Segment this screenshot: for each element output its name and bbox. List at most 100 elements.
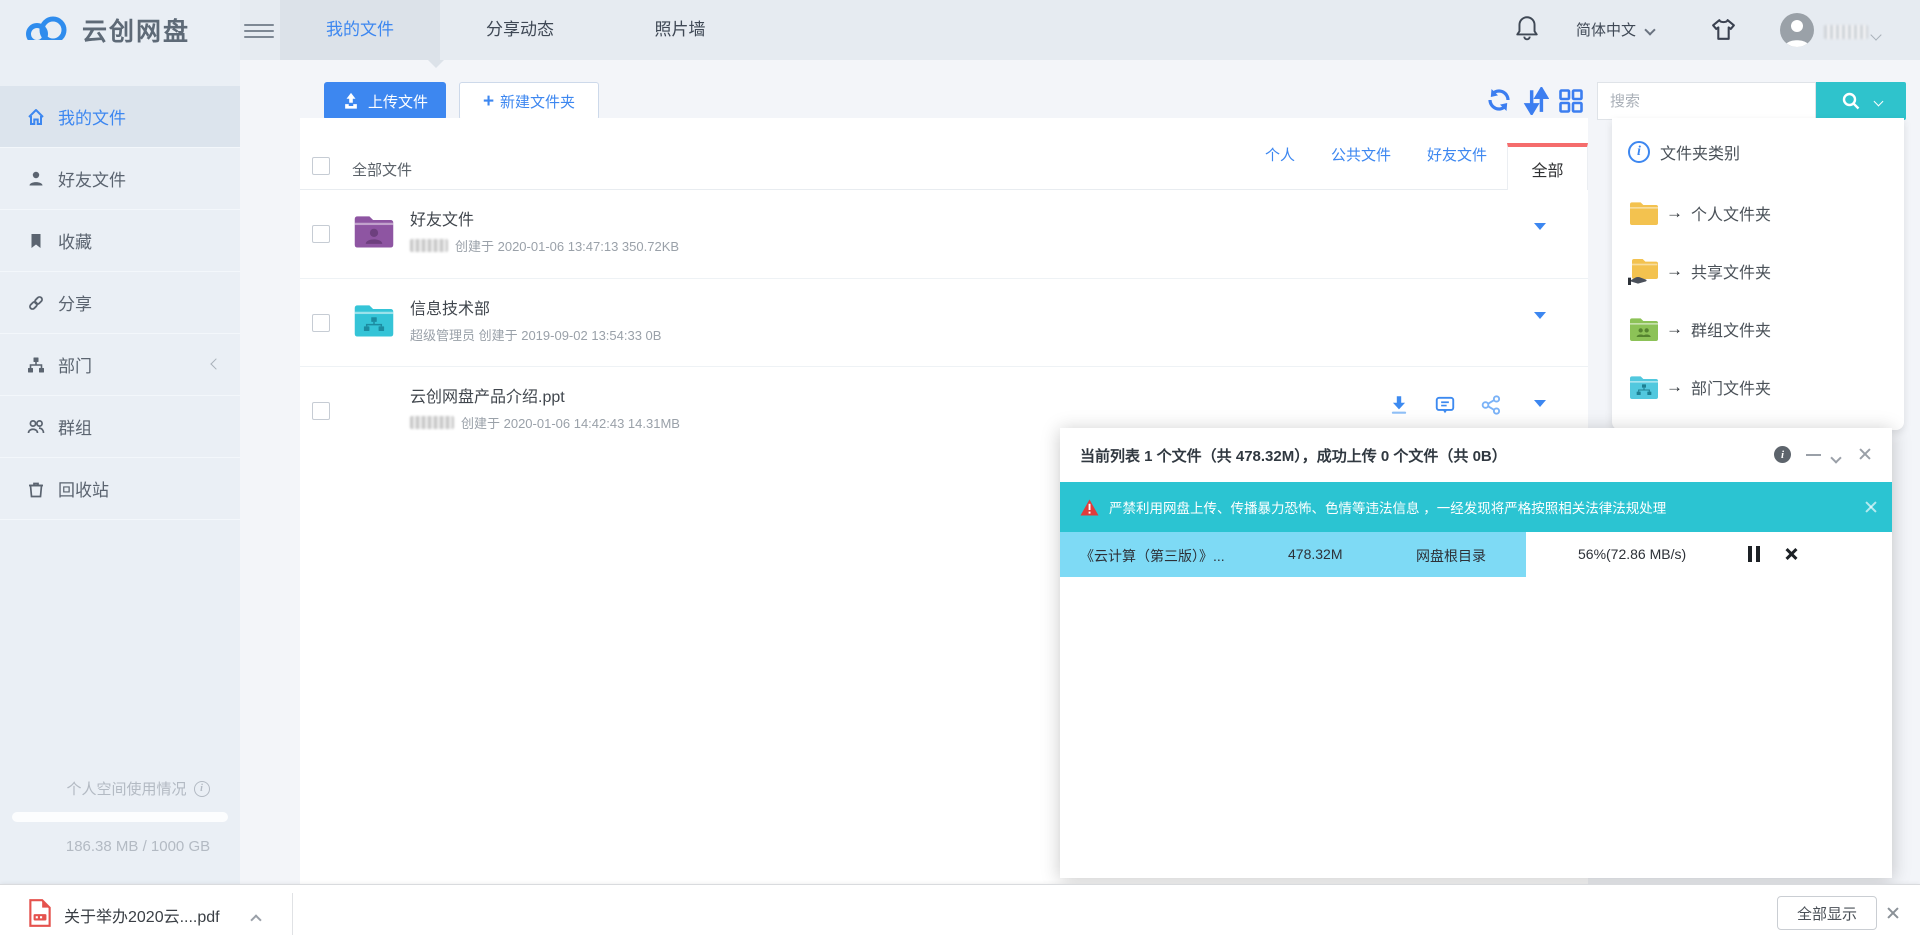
arrow-icon: → — [1666, 261, 1683, 281]
nav-tab-share-feed[interactable]: 分享动态 — [440, 0, 600, 60]
username-redacted — [1824, 25, 1868, 39]
grid-view-button[interactable] — [1558, 88, 1584, 114]
info-icon[interactable]: i — [1774, 446, 1791, 463]
filter-tab-all-active[interactable]: 全部 — [1507, 143, 1588, 190]
row-dropdown-button[interactable] — [1534, 407, 1546, 425]
upload-summary: 当前列表 1 个文件（共 478.32M），成功上传 0 个文件（共 0B） — [1080, 445, 1507, 466]
app-logo[interactable]: 云创网盘 — [0, 0, 240, 60]
file-row[interactable]: 信息技术部 超级管理员 创建于 2019-09-02 13:54:33 0B — [300, 278, 1588, 366]
minimize-button[interactable] — [1806, 454, 1821, 456]
pause-upload-button[interactable] — [1748, 546, 1760, 562]
caret-down-icon — [1534, 400, 1546, 424]
avatar[interactable] — [1780, 13, 1814, 47]
menu-toggle-button[interactable] — [244, 20, 274, 40]
theme-button[interactable] — [1710, 17, 1737, 47]
share-icon — [1480, 394, 1502, 416]
row-dropdown-button[interactable] — [1534, 319, 1546, 337]
sidebar-item-favorites[interactable]: 收藏 — [0, 210, 240, 272]
show-all-downloads-button[interactable]: 全部显示 — [1777, 896, 1877, 930]
select-all-checkbox[interactable] — [312, 157, 330, 175]
info-icon: i — [1628, 141, 1650, 163]
filter-tab-public[interactable]: 公共文件 — [1331, 144, 1391, 165]
chevron-up-icon — [250, 914, 261, 925]
bell-icon — [1514, 14, 1540, 42]
legend-item-label: 个人文件夹 — [1691, 201, 1771, 225]
comment-button[interactable] — [1434, 394, 1456, 416]
storage-usage-value: 186.38 MB / 1000 GB — [0, 838, 240, 855]
owner-redacted — [410, 239, 448, 252]
search-input[interactable] — [1597, 82, 1816, 120]
sort-button[interactable] — [1523, 87, 1549, 113]
nav-tab-photo-wall[interactable]: 照片墙 — [600, 0, 760, 60]
sidebar: 我的文件 好友文件 收藏 — [0, 60, 240, 884]
legend-item-department: → 部门文件夹 — [1612, 358, 1904, 416]
filter-tab-personal[interactable]: 个人 — [1265, 144, 1295, 165]
owner-redacted — [410, 416, 454, 429]
arrow-icon: → — [1666, 319, 1683, 339]
row-checkbox[interactable] — [312, 402, 330, 420]
row-checkbox[interactable] — [312, 314, 330, 332]
upload-warning-banner: 严禁利用网盘上传、传播暴力恐怖、色情等违法信息 ，一经发现将严格按照相关法律法规… — [1060, 482, 1892, 532]
chevron-down-icon — [1870, 29, 1881, 40]
shirt-icon — [1710, 17, 1737, 42]
home-icon — [26, 107, 46, 127]
sidebar-item-department[interactable]: 部门 — [0, 334, 240, 396]
sidebar-item-recycle-bin[interactable]: 回收站 — [0, 458, 240, 520]
downloaded-file-name[interactable]: 关于举办2020云....pdf — [64, 903, 220, 927]
close-download-bar-button[interactable] — [1886, 906, 1900, 920]
download-icon — [1388, 394, 1410, 416]
upload-file-button[interactable]: 上传文件 — [324, 82, 446, 120]
sidebar-item-groups[interactable]: 群组 — [0, 396, 240, 458]
collapse-chevron-icon[interactable] — [210, 358, 221, 369]
new-folder-button[interactable]: + 新建文件夹 — [459, 82, 599, 120]
nav-tab-my-files[interactable]: 我的文件 — [280, 0, 440, 60]
search-button[interactable] — [1816, 82, 1906, 120]
notifications-button[interactable] — [1514, 14, 1540, 47]
cancel-upload-button[interactable] — [1784, 547, 1798, 561]
app-title: 云创网盘 — [82, 12, 190, 48]
legend-item-label: 群组文件夹 — [1691, 317, 1771, 341]
upload-panel-header: 当前列表 1 个文件（共 478.32M），成功上传 0 个文件（共 0B） i — [1060, 428, 1892, 482]
link-icon — [26, 293, 46, 313]
refresh-button[interactable] — [1486, 87, 1512, 113]
close-panel-button[interactable] — [1858, 447, 1872, 461]
collapse-panel-button[interactable] — [1832, 449, 1840, 467]
sidebar-item-share[interactable]: 分享 — [0, 272, 240, 334]
filter-tab-friends[interactable]: 好友文件 — [1427, 144, 1487, 165]
search-icon — [1841, 91, 1861, 111]
chevron-down-icon — [1830, 452, 1841, 463]
upload-panel: 当前列表 1 个文件（共 478.32M），成功上传 0 个文件（共 0B） i… — [1060, 428, 1892, 878]
file-name[interactable]: 信息技术部 — [410, 295, 490, 319]
download-item-menu-button[interactable] — [252, 911, 260, 929]
user-menu-chevron[interactable] — [1872, 26, 1880, 44]
sidebar-item-label: 部门 — [58, 352, 92, 377]
sort-arrows-icon — [1523, 87, 1549, 115]
download-button[interactable] — [1388, 394, 1410, 416]
file-name[interactable]: 好友文件 — [410, 206, 474, 230]
row-dropdown-button[interactable] — [1534, 230, 1546, 248]
language-selector[interactable]: 简体中文 — [1576, 19, 1654, 40]
sidebar-item-label: 群组 — [58, 414, 92, 439]
teal-folder-icon — [352, 299, 396, 341]
shared-folder-icon — [1628, 257, 1660, 285]
person-icon — [26, 169, 46, 189]
uploading-file-name: 《云计算（第三版）》... — [1080, 546, 1225, 566]
info-icon[interactable]: i — [194, 781, 210, 797]
sidebar-item-friend-files[interactable]: 好友文件 — [0, 148, 240, 210]
dismiss-warning-button[interactable] — [1864, 500, 1878, 514]
share-button[interactable] — [1480, 394, 1502, 416]
file-name[interactable]: 云创网盘产品介绍.ppt — [410, 383, 565, 407]
file-list-header: 全部文件 个人 公共文件 好友文件 全部 — [300, 118, 1588, 190]
upload-destination: 网盘根目录 — [1416, 546, 1486, 566]
row-checkbox[interactable] — [312, 225, 330, 243]
sidebar-item-my-files[interactable]: 我的文件 — [0, 86, 240, 148]
sidebar-item-label: 我的文件 — [58, 104, 126, 129]
arrow-icon: → — [1666, 203, 1683, 223]
file-meta: 创建于 2020-01-06 14:42:43 14.31MB — [410, 413, 680, 432]
top-header: 云创网盘 我的文件 分享动态 照片墙 简体中文 — [0, 0, 1920, 60]
legend-item-personal: → 个人文件夹 — [1612, 184, 1904, 242]
app-root: 云创网盘 我的文件 分享动态 照片墙 简体中文 — [0, 0, 1920, 942]
user-icon — [1780, 13, 1814, 47]
file-row[interactable]: 好友文件 创建于 2020-01-06 13:47:13 350.72KB — [300, 190, 1588, 278]
comment-icon — [1434, 394, 1456, 416]
